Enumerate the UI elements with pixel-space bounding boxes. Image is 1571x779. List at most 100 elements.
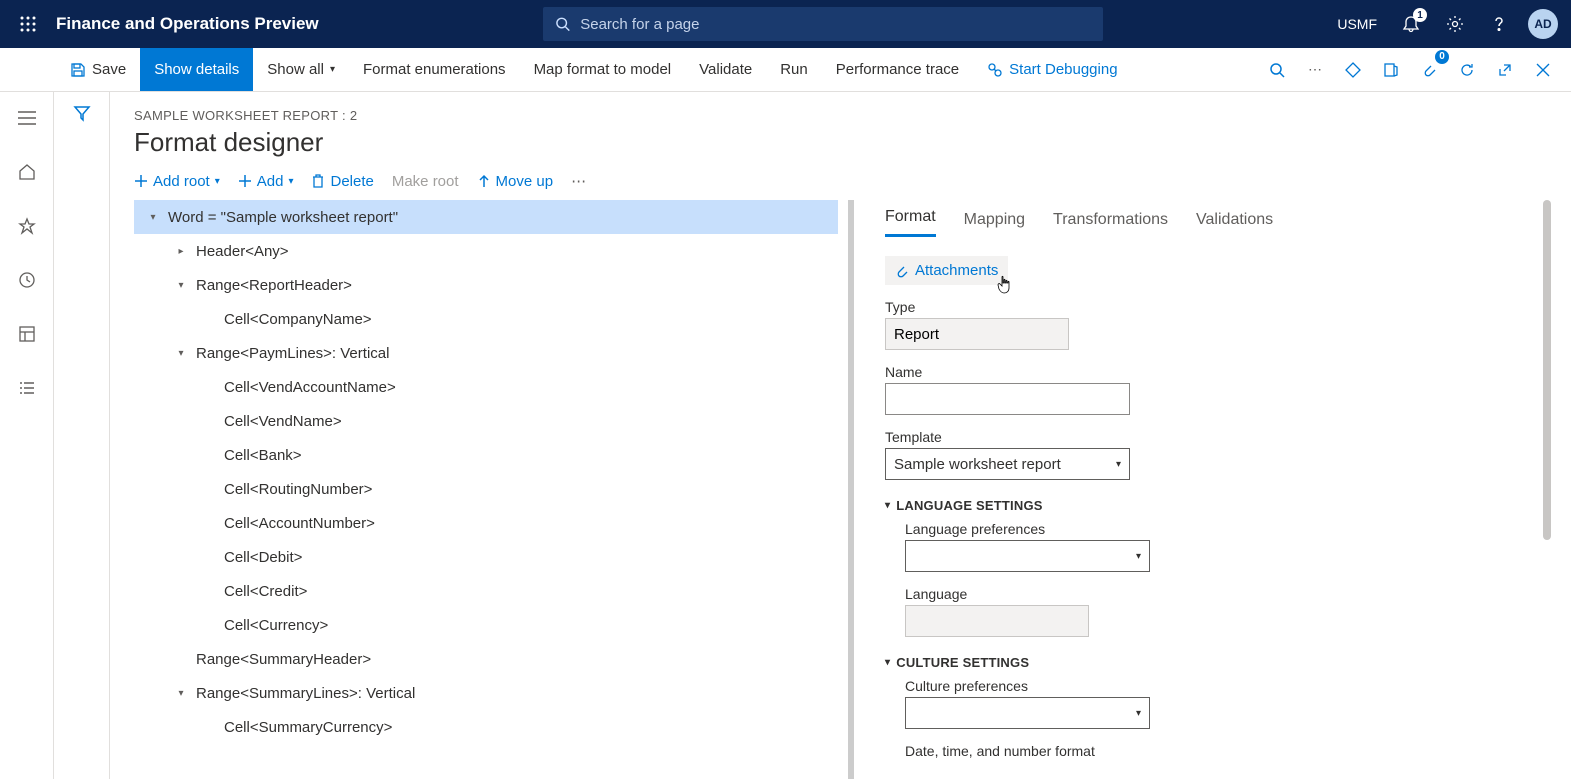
map-format-button[interactable]: Map format to model (520, 48, 686, 91)
app-launcher-icon[interactable] (8, 4, 48, 44)
diamond-icon[interactable] (1335, 52, 1371, 88)
cursor-icon (996, 275, 1016, 297)
tree-row[interactable]: Cell<AccountNumber> (134, 506, 838, 540)
filter-icon[interactable] (73, 104, 91, 779)
breadcrumb: SAMPLE WORKSHEET REPORT : 2 (134, 108, 1547, 123)
tree-node-label: Cell<VendAccountName> (218, 379, 396, 396)
collapse-icon[interactable]: ▾ (172, 348, 190, 359)
more-icon[interactable]: ⋯ (1297, 52, 1333, 88)
culture-pref-select[interactable]: ▾ (905, 697, 1150, 729)
office-icon[interactable] (1373, 52, 1409, 88)
panel-tabs: Format Mapping Transformations Validatio… (885, 200, 1533, 238)
name-field[interactable] (885, 383, 1130, 415)
panel-scrollbar[interactable] (1543, 200, 1551, 779)
show-details-button[interactable]: Show details (140, 48, 253, 91)
language-settings-header[interactable]: ▾LANGUAGE SETTINGS (885, 498, 1533, 513)
favorites-icon[interactable] (11, 210, 43, 242)
tab-mapping[interactable]: Mapping (964, 211, 1025, 237)
collapse-icon[interactable]: ▾ (144, 212, 162, 223)
notif-badge: 1 (1413, 8, 1427, 22)
tree-row[interactable]: Cell<Currency> (134, 608, 838, 642)
company-code[interactable]: USMF (1327, 16, 1387, 32)
tree-node-label: Range<ReportHeader> (190, 277, 352, 294)
settings-icon[interactable] (1435, 4, 1475, 44)
tree-row[interactable]: Range<SummaryHeader> (134, 642, 838, 676)
tree-node-label: Cell<AccountNumber> (218, 515, 375, 532)
save-button[interactable]: Save (56, 48, 140, 91)
notifications-icon[interactable]: 1 (1391, 4, 1431, 44)
performance-trace-button[interactable]: Performance trace (822, 48, 973, 91)
tab-validations[interactable]: Validations (1196, 211, 1273, 237)
tree-row[interactable]: Cell<Debit> (134, 540, 838, 574)
refresh-icon[interactable] (1449, 52, 1485, 88)
tree-node-label: Cell<Bank> (218, 447, 302, 464)
validate-button[interactable]: Validate (685, 48, 766, 91)
template-select[interactable]: Sample worksheet report ▾ (885, 448, 1130, 480)
filter-column (54, 92, 110, 779)
attachments-action-icon[interactable]: 0 (1411, 52, 1447, 88)
popout-icon[interactable] (1487, 52, 1523, 88)
tree-row[interactable]: ▾Range<ReportHeader> (134, 268, 838, 302)
run-button[interactable]: Run (766, 48, 822, 91)
triangle-down-icon: ▾ (885, 657, 890, 668)
user-avatar[interactable]: AD (1523, 4, 1563, 44)
global-search[interactable] (543, 7, 1103, 41)
tree-row[interactable]: Cell<VendAccountName> (134, 370, 838, 404)
show-all-button[interactable]: Show all▾ (253, 48, 349, 91)
format-enumerations-button[interactable]: Format enumerations (349, 48, 520, 91)
move-up-button[interactable]: Move up (477, 173, 554, 190)
modules-icon[interactable] (11, 372, 43, 404)
delete-button[interactable]: Delete (311, 173, 373, 190)
tree-node-label: Cell<CompanyName> (218, 311, 372, 328)
tree-row[interactable]: Cell<SummaryCurrency> (134, 710, 838, 744)
tree-node-label: Range<SummaryHeader> (190, 651, 371, 668)
search-input[interactable] (580, 16, 1091, 33)
culture-settings-header[interactable]: ▾CULTURE SETTINGS (885, 655, 1533, 670)
workspaces-icon[interactable] (11, 318, 43, 350)
format-tree[interactable]: ▾Word = "Sample worksheet report"▸Header… (134, 200, 854, 779)
datetime-label: Date, time, and number format (905, 743, 1533, 759)
debug-icon (987, 62, 1003, 78)
properties-panel: Format Mapping Transformations Validatio… (854, 200, 1571, 779)
help-icon[interactable] (1479, 4, 1519, 44)
tree-row[interactable]: Cell<RoutingNumber> (134, 472, 838, 506)
arrow-up-icon (477, 174, 491, 188)
action-search-icon[interactable] (1259, 52, 1295, 88)
app-title: Finance and Operations Preview (56, 14, 319, 34)
attachments-button[interactable]: Attachments (885, 256, 1008, 285)
tree-row[interactable]: Cell<Credit> (134, 574, 838, 608)
language-label: Language (905, 586, 1533, 602)
tree-row[interactable]: ▾Word = "Sample worksheet report" (134, 200, 838, 234)
collapse-icon[interactable]: ▾ (172, 688, 190, 699)
add-button[interactable]: Add▾ (238, 173, 294, 190)
plus-icon (134, 174, 148, 188)
more-actions-icon[interactable]: ⋯ (571, 172, 586, 190)
home-icon[interactable] (11, 156, 43, 188)
tree-row[interactable]: Cell<Bank> (134, 438, 838, 472)
recent-icon[interactable] (11, 264, 43, 296)
add-root-button[interactable]: Add root▾ (134, 173, 220, 190)
page-title: Format designer (134, 127, 1547, 158)
chevron-down-icon: ▾ (330, 64, 335, 75)
tab-transformations[interactable]: Transformations (1053, 211, 1168, 237)
tree-row[interactable]: Cell<CompanyName> (134, 302, 838, 336)
tree-node-label: Cell<RoutingNumber> (218, 481, 372, 498)
tree-row[interactable]: ▸Header<Any> (134, 234, 838, 268)
tab-format[interactable]: Format (885, 208, 936, 237)
make-root-button: Make root (392, 173, 459, 190)
hamburger-icon[interactable] (11, 102, 43, 134)
tree-row[interactable]: Cell<VendName> (134, 404, 838, 438)
close-icon[interactable] (1525, 52, 1561, 88)
name-label: Name (885, 364, 1533, 380)
collapse-icon[interactable]: ▾ (172, 280, 190, 291)
tree-row[interactable]: ▾Range<SummaryLines>: Vertical (134, 676, 838, 710)
tree-node-label: Cell<Credit> (218, 583, 307, 600)
save-icon (70, 62, 86, 78)
app-header: Finance and Operations Preview USMF 1 AD (0, 0, 1571, 48)
lang-pref-select[interactable]: ▾ (905, 540, 1150, 572)
language-field (905, 605, 1089, 637)
nav-rail (0, 92, 54, 779)
start-debugging-button[interactable]: Start Debugging (973, 48, 1131, 91)
expand-icon[interactable]: ▸ (172, 246, 190, 257)
tree-row[interactable]: ▾Range<PaymLines>: Vertical (134, 336, 838, 370)
